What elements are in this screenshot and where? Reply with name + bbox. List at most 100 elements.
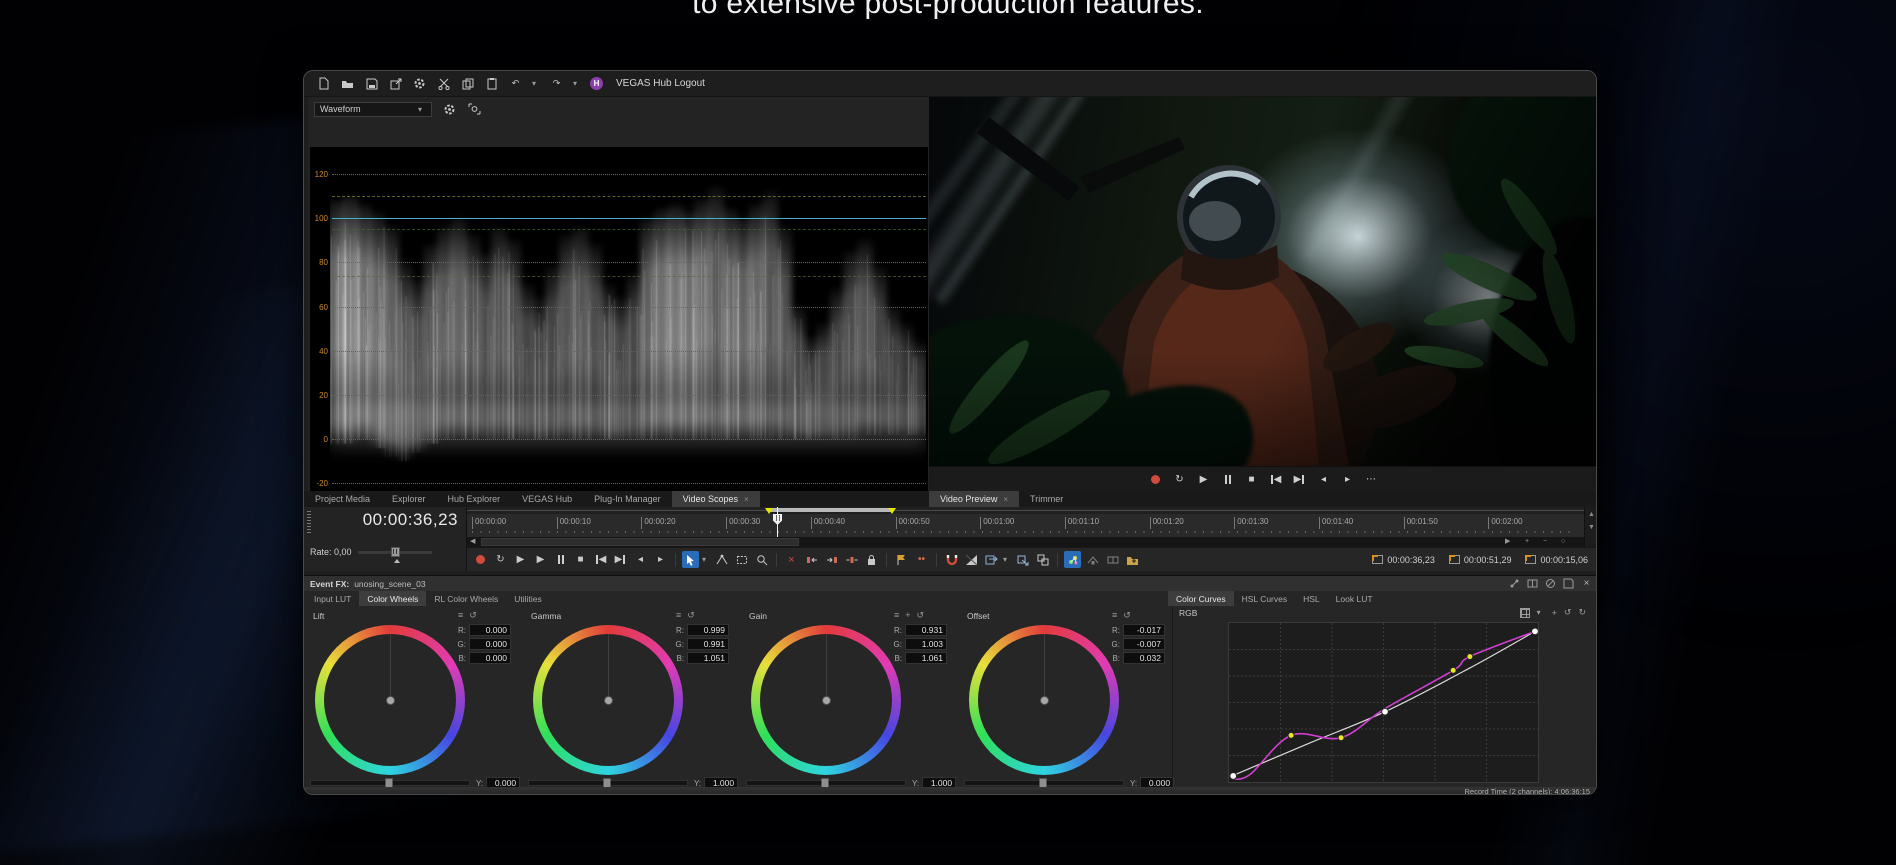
pick-color-icon[interactable]: + <box>905 610 910 621</box>
selection-length-timecode[interactable]: 00:00:15,06 <box>1525 555 1588 565</box>
curve-control-point[interactable] <box>1531 627 1538 636</box>
close-icon[interactable]: × <box>744 495 749 504</box>
trim-start-button[interactable] <box>803 551 820 568</box>
g-value-field[interactable]: 1.003 <box>905 638 947 650</box>
tab-hub-explorer[interactable]: Hub Explorer <box>437 491 512 507</box>
reset-icon[interactable]: ↺ <box>687 610 695 621</box>
wheel-center-handle[interactable] <box>821 695 831 705</box>
vegas-hub-icon[interactable]: H <box>590 77 603 90</box>
event-fx-button[interactable] <box>1064 551 1081 568</box>
open-project-icon[interactable] <box>340 76 355 91</box>
loop-region-bar[interactable] <box>769 508 892 512</box>
tab-utilities[interactable]: Utilities <box>506 591 549 606</box>
animate-fx-icon[interactable] <box>1509 578 1520 589</box>
curve-control-point[interactable] <box>1229 772 1238 780</box>
close-icon[interactable]: × <box>1581 578 1592 589</box>
play-from-start-button[interactable]: ▶ <box>512 551 529 568</box>
loop-playback-button[interactable]: ↻ <box>492 551 509 568</box>
previous-frame-button[interactable]: ◂ <box>632 551 649 568</box>
add-point-icon[interactable]: + <box>1552 608 1557 618</box>
loop-playback-button[interactable]: ↻ <box>1173 472 1187 486</box>
cut-icon[interactable] <box>436 76 451 91</box>
pause-button[interactable] <box>552 551 569 568</box>
close-icon[interactable]: × <box>1003 495 1008 504</box>
tab-explorer[interactable]: Explorer <box>381 491 437 507</box>
tab-input-lut[interactable]: Input LUT <box>306 591 359 606</box>
mixer-icon[interactable]: ≡ <box>1112 610 1117 621</box>
curve-control-point[interactable] <box>1466 653 1474 661</box>
selection-start-timecode[interactable]: 00:00:36,23 <box>1372 555 1435 565</box>
scope-type-select[interactable]: Waveform ▾ <box>314 101 432 117</box>
zoom-out-timeline-icon[interactable]: − <box>1543 537 1547 547</box>
mixer-icon[interactable]: ≡ <box>676 610 681 621</box>
ignore-event-grouping-button[interactable] <box>1104 551 1121 568</box>
insert-marker-button[interactable] <box>893 551 910 568</box>
play-button[interactable]: ▶ <box>1197 472 1211 486</box>
edit-tool-dropdown-icon[interactable]: ▾ <box>702 555 710 564</box>
curve-control-point[interactable] <box>1449 666 1457 674</box>
wheel-center-handle[interactable] <box>1039 695 1049 705</box>
wheel-luma-slider[interactable] <box>746 778 906 788</box>
r-value-field[interactable]: 0.931 <box>905 624 947 636</box>
paste-icon[interactable] <box>484 76 499 91</box>
tab-video-preview[interactable]: Video Preview × <box>929 491 1020 507</box>
next-frame-button[interactable]: ▸ <box>1341 472 1355 486</box>
crossfade-dropdown-icon[interactable]: ▾ <box>1003 555 1011 564</box>
zoom-reset-icon[interactable]: ○ <box>1561 537 1565 547</box>
insert-region-button[interactable]: •• <box>913 551 930 568</box>
curve-editor[interactable] <box>1228 622 1539 783</box>
g-value-field[interactable]: 0.991 <box>687 638 729 650</box>
undo-dropdown-icon[interactable]: ▾ <box>532 79 540 88</box>
r-value-field[interactable]: -0.017 <box>1123 624 1165 636</box>
wheel-luma-slider[interactable] <box>310 778 470 788</box>
hue-wheel[interactable] <box>969 625 1119 775</box>
record-button[interactable] <box>472 551 489 568</box>
event-properties-button[interactable] <box>1034 551 1051 568</box>
wheel-center-handle[interactable] <box>603 695 613 705</box>
hue-wheel[interactable] <box>751 625 901 775</box>
split-screen-view-icon[interactable] <box>1527 578 1538 589</box>
mixer-icon[interactable]: ≡ <box>458 610 463 621</box>
trim-end-button[interactable] <box>823 551 840 568</box>
normal-edit-tool-button[interactable] <box>682 551 699 568</box>
wheel-luma-slider[interactable] <box>964 778 1124 788</box>
vegas-hub-logout-button[interactable]: VEGAS Hub Logout <box>616 78 705 89</box>
reset-icon[interactable]: ↺ <box>1123 610 1131 621</box>
tab-hsl[interactable]: HSL <box>1295 591 1328 606</box>
publish-project-icon[interactable] <box>388 76 403 91</box>
go-to-end-button[interactable]: ▶ <box>1293 472 1307 486</box>
curve-control-point[interactable] <box>1337 734 1345 742</box>
go-to-start-button[interactable]: ◀ <box>592 551 609 568</box>
scroll-left-icon[interactable]: ◀ <box>470 537 475 547</box>
scroll-right-icon[interactable]: ▶ <box>1505 537 1510 547</box>
hue-wheel[interactable] <box>315 625 465 775</box>
b-value-field[interactable]: 1.051 <box>687 652 729 664</box>
tab-vegas-hub[interactable]: VEGAS Hub <box>511 491 583 507</box>
delete-button[interactable]: × <box>783 551 800 568</box>
curve-control-point[interactable] <box>1287 731 1295 739</box>
preset-dropdown-icon[interactable]: ▾ <box>1537 608 1545 617</box>
more-options-icon[interactable]: ⋯ <box>1365 472 1379 486</box>
save-preset-icon[interactable] <box>1563 578 1574 589</box>
redo-icon[interactable]: ↻ <box>1578 607 1586 618</box>
hue-wheel[interactable] <box>533 625 683 775</box>
lock-envelopes-button[interactable] <box>1084 551 1101 568</box>
drag-grip[interactable] <box>307 511 311 535</box>
go-to-end-button[interactable]: ▶ <box>612 551 629 568</box>
g-value-field[interactable]: 0.000 <box>469 638 511 650</box>
rate-slider-handle[interactable] <box>390 546 400 557</box>
wheel-luma-slider[interactable] <box>528 778 688 788</box>
go-to-start-button[interactable]: ◀ <box>1269 472 1283 486</box>
bypass-fx-icon[interactable] <box>1545 578 1556 589</box>
tab-look-lut[interactable]: Look LUT <box>1328 591 1381 606</box>
tab-rl-color-wheels[interactable]: RL Color Wheels <box>426 591 506 606</box>
tab-video-scopes[interactable]: Video Scopes × <box>671 491 760 507</box>
selection-edit-tool-button[interactable] <box>733 551 750 568</box>
tab-color-curves[interactable]: Color Curves <box>1168 591 1234 606</box>
reset-icon[interactable]: ↺ <box>917 610 925 621</box>
g-value-field[interactable]: -0.007 <box>1123 638 1165 650</box>
curve-control-point[interactable] <box>1381 707 1389 716</box>
wheel-center-handle[interactable] <box>385 695 395 705</box>
scroll-down-icon[interactable]: ▼ <box>1588 524 1595 531</box>
stop-button[interactable]: ■ <box>1245 472 1259 486</box>
